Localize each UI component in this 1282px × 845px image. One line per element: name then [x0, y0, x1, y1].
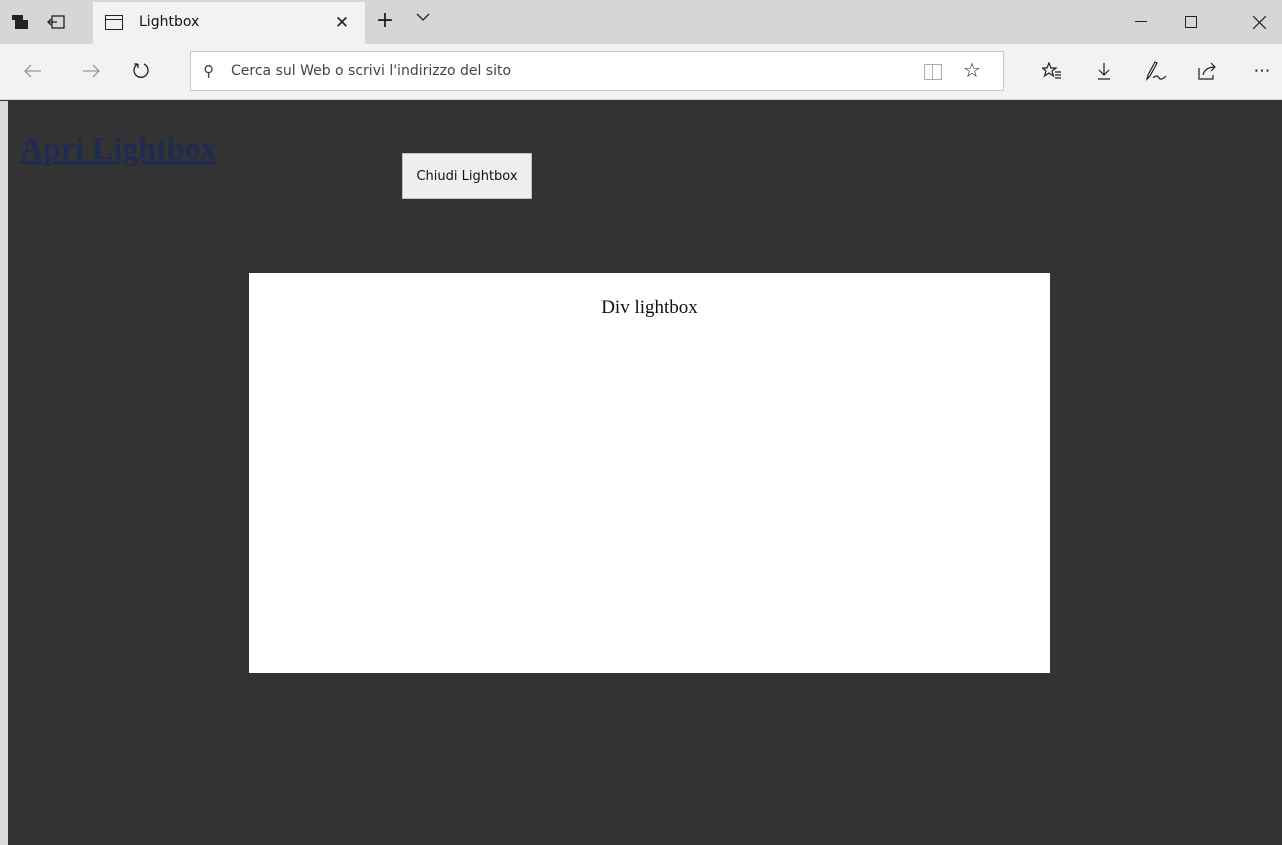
refresh-icon[interactable] — [123, 53, 159, 89]
close-lightbox-button[interactable]: Chiudi Lightbox — [402, 153, 532, 199]
address-input[interactable]: Cerca sul Web o scrivi l'indirizzo del s… — [231, 63, 511, 79]
page-left-edge — [0, 101, 8, 845]
chevron-down-icon[interactable] — [416, 10, 430, 26]
tab-lightbox[interactable]: Lightbox ✕ — [93, 2, 365, 44]
star-icon[interactable]: ☆ — [963, 58, 981, 82]
favorites-list-icon[interactable] — [1034, 53, 1070, 89]
page-icon — [105, 15, 123, 30]
page-content: Apri Lightbox Chiudi Lightbox Div lightb… — [8, 101, 1282, 845]
open-lightbox-link[interactable]: Apri Lightbox — [20, 130, 216, 167]
tab-strip: Lightbox ✕ + — [0, 0, 1282, 44]
arrow-left-icon[interactable] — [15, 53, 51, 89]
download-icon[interactable] — [1086, 53, 1122, 89]
set-aside-tabs-icon[interactable] — [38, 0, 74, 44]
lightbox-text: Div lightbox — [601, 297, 698, 318]
minimize-icon[interactable] — [1118, 0, 1164, 44]
tab-actions-icon[interactable] — [2, 0, 38, 44]
arrow-right-icon[interactable] — [73, 53, 109, 89]
address-bar[interactable]: ⚲ Cerca sul Web o scrivi l'indirizzo del… — [190, 51, 1004, 91]
book-icon[interactable] — [924, 64, 942, 80]
plus-icon[interactable]: + — [372, 8, 398, 34]
share-icon[interactable] — [1190, 53, 1226, 89]
search-icon: ⚲ — [203, 62, 214, 80]
more-icon[interactable]: ⋯ — [1244, 53, 1280, 89]
close-window-icon[interactable] — [1236, 0, 1282, 44]
tab-title: Lightbox — [139, 14, 200, 30]
maximize-icon[interactable] — [1168, 0, 1214, 44]
lightbox-panel: Div lightbox — [249, 273, 1050, 673]
pen-icon[interactable] — [1138, 53, 1174, 89]
close-icon[interactable]: ✕ — [329, 9, 355, 37]
navigation-bar: ⚲ Cerca sul Web o scrivi l'indirizzo del… — [0, 44, 1282, 100]
